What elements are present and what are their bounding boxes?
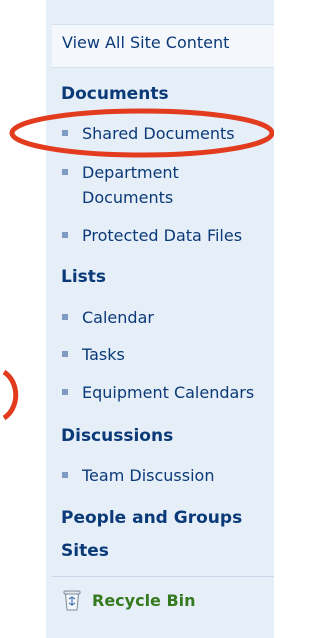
square-bullet-icon [62, 130, 68, 136]
square-bullet-icon [62, 351, 68, 357]
nav-item-label: Department Documents [82, 163, 179, 207]
quick-launch-page: View All Site Content Documents Shared D… [0, 0, 274, 638]
nav-item-team-discussion[interactable]: Team Discussion [62, 463, 214, 488]
square-bullet-icon [62, 232, 68, 238]
nav-item-equipment-calendars[interactable]: Equipment Calendars [62, 380, 254, 405]
sites-link[interactable]: Sites [61, 541, 109, 561]
nav-item-calendar[interactable]: Calendar [62, 305, 154, 330]
square-bullet-icon [62, 472, 68, 478]
nav-item-label: Team Discussion [82, 466, 215, 485]
discussions-heading[interactable]: Discussions [61, 426, 173, 446]
nav-item-label: Equipment Calendars [82, 383, 255, 402]
annotation-partial-circle [2, 369, 19, 421]
square-bullet-icon [62, 389, 68, 395]
nav-item-department-documents[interactable]: Department Documents [62, 160, 262, 210]
nav-item-shared-documents[interactable]: Shared Documents [62, 121, 235, 146]
nav-item-label: Calendar [82, 308, 154, 327]
lists-heading[interactable]: Lists [61, 267, 106, 287]
divider [52, 576, 274, 577]
people-and-groups-link[interactable]: People and Groups [61, 508, 242, 528]
nav-item-label: Shared Documents [82, 124, 235, 143]
nav-item-label: Tasks [82, 345, 125, 364]
square-bullet-icon [62, 314, 68, 320]
recycle-bin-label: Recycle Bin [92, 590, 196, 610]
square-bullet-icon [62, 169, 68, 175]
view-all-site-content-link[interactable]: View All Site Content [62, 33, 229, 52]
recycle-bin-link[interactable]: Recycle Bin [62, 587, 196, 613]
nav-item-label: Protected Data Files [82, 226, 243, 245]
recycle-bin-icon [63, 590, 81, 611]
documents-heading[interactable]: Documents [61, 84, 169, 104]
nav-item-protected-data-files[interactable]: Protected Data Files [62, 223, 242, 248]
nav-item-tasks[interactable]: Tasks [62, 342, 125, 367]
